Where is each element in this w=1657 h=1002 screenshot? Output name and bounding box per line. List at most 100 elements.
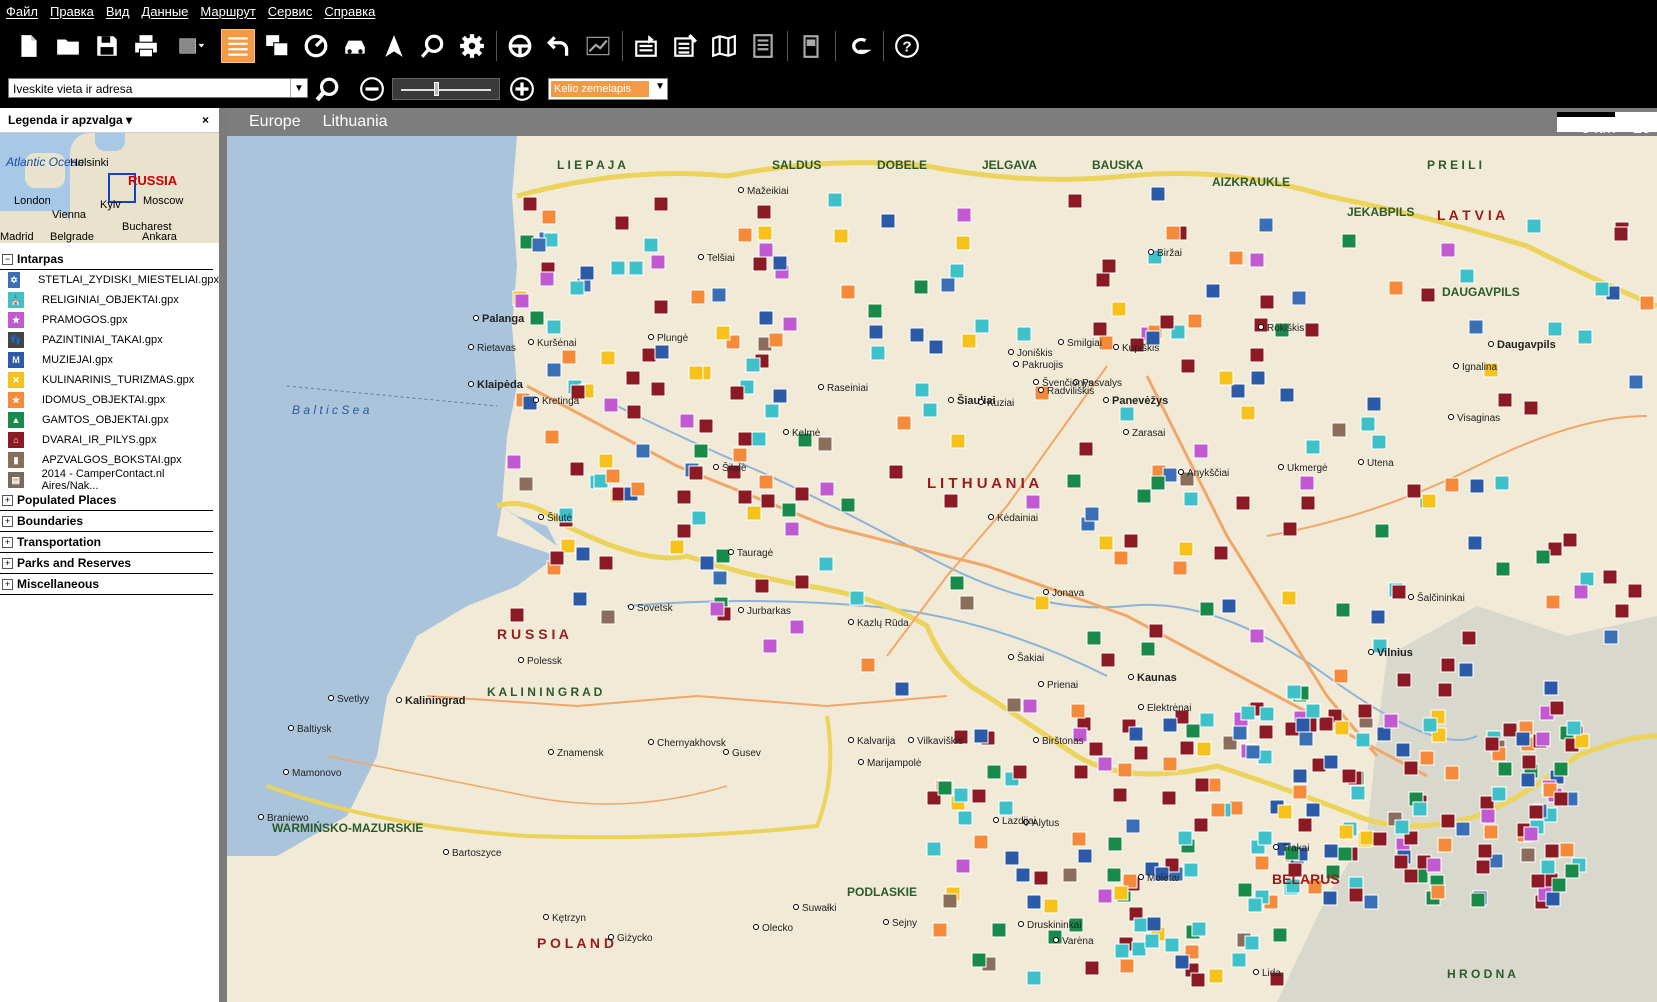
poi-marker[interactable] [711,287,727,303]
layer-item[interactable]: ✡ STETLAI_ZYDISKI_MIESTELIAI.gpx [0,270,219,290]
poi-marker[interactable] [1070,703,1086,719]
poi-marker[interactable] [1388,280,1404,296]
poi-marker[interactable] [1026,970,1042,986]
poi-marker[interactable] [973,834,989,850]
poi-marker[interactable] [1421,493,1437,509]
menu-item[interactable]: Правка [44,4,100,19]
poi-marker[interactable] [1043,898,1059,914]
poi-marker[interactable] [1282,521,1298,537]
settings-gear-icon[interactable] [455,29,489,63]
poi-marker[interactable] [539,271,555,287]
zoom-out-icon[interactable] [358,75,386,103]
poi-marker[interactable] [764,403,780,419]
poi-marker[interactable] [529,310,545,326]
poi-marker[interactable] [1545,594,1561,610]
poi-marker[interactable] [1249,347,1265,363]
poi-marker[interactable] [1146,916,1162,932]
poi-marker[interactable] [956,207,972,223]
poi-marker[interactable] [1440,813,1456,829]
poi-marker[interactable] [1084,506,1100,522]
search-map-icon[interactable] [416,29,450,63]
poi-marker[interactable] [1526,218,1542,234]
poi-marker[interactable] [630,481,646,497]
copy-windows-icon[interactable] [260,29,294,63]
poi-marker[interactable] [1422,717,1438,733]
poi-marker[interactable] [1257,830,1273,846]
poi-marker[interactable] [1348,887,1364,903]
poi-marker[interactable] [1520,772,1536,788]
menu-item[interactable]: Справка [318,4,381,19]
poi-marker[interactable] [1292,784,1308,800]
poi-marker[interactable] [1218,370,1234,386]
poi-marker[interactable] [698,418,714,434]
close-icon[interactable]: × [202,113,209,127]
poi-marker[interactable] [626,404,642,420]
poi-marker[interactable] [971,952,987,968]
poi-marker[interactable] [1440,657,1456,673]
poi-marker[interactable] [549,550,565,566]
document-list-icon[interactable] [746,29,780,63]
layer-item[interactable]: ✕ KULINARINIS_TURIZMAS.gpx [0,370,219,390]
poi-marker[interactable] [1322,890,1338,906]
poi-marker[interactable] [1535,731,1551,747]
poi-marker[interactable] [1437,837,1453,853]
layer-item[interactable]: 👣 PAZINTINIAI_TAKAI.gpx [0,330,219,350]
poi-marker[interactable] [1247,897,1263,913]
poi-marker[interactable] [971,788,987,804]
poi-marker[interactable] [909,327,925,343]
zoom-slider[interactable] [392,78,500,100]
poi-marker[interactable] [1161,790,1177,806]
poi-marker[interactable] [1535,549,1551,565]
map-canvas[interactable]: L I T H U A N I A R U S S I A K A L I N I … [227,136,1657,1002]
zoom-slider-knob[interactable] [434,82,439,96]
poi-marker[interactable] [794,486,810,502]
poi-marker[interactable] [650,381,666,397]
poi-marker[interactable] [1240,705,1256,721]
poi-marker[interactable] [794,574,810,590]
expand-icon[interactable]: + [2,536,13,548]
poi-marker[interactable] [669,539,685,555]
poi-marker[interactable] [1180,358,1196,374]
poi-marker[interactable] [1183,491,1199,507]
poi-marker[interactable] [1412,801,1428,817]
poi-marker[interactable] [1602,569,1618,585]
poi-marker[interactable] [1543,680,1559,696]
poi-marker[interactable] [643,237,659,253]
poi-marker[interactable] [1333,668,1349,684]
poi-marker[interactable] [768,332,784,348]
poi-marker[interactable] [926,841,942,857]
poi-marker[interactable] [1299,475,1315,491]
poi-marker[interactable] [715,548,731,564]
poi-marker[interactable] [1291,290,1307,306]
poi-marker[interactable] [1150,475,1166,491]
poi-marker[interactable] [676,489,692,505]
poi-marker[interactable] [1245,744,1261,760]
poi-marker[interactable] [1477,843,1493,859]
car-icon[interactable] [338,29,372,63]
poi-marker[interactable] [957,810,973,826]
poi-marker[interactable] [1150,186,1166,202]
poi-marker[interactable] [1495,561,1511,577]
steering-wheel-icon[interactable] [503,29,537,63]
poi-marker[interactable] [531,237,547,253]
poi-marker[interactable] [1136,488,1152,504]
poi-marker[interactable] [506,454,522,470]
poi-marker[interactable] [1210,802,1226,818]
poi-marker[interactable] [1594,281,1610,297]
poi-marker[interactable] [635,443,651,459]
poi-marker[interactable] [514,293,530,309]
poi-marker[interactable] [1272,927,1288,943]
poi-marker[interactable] [1341,233,1357,249]
poi-marker[interactable] [1281,590,1297,606]
poi-marker[interactable] [1292,768,1308,784]
poi-marker[interactable] [1459,268,1475,284]
layer-item[interactable]: ▲ GAMTOS_OBJEKTAI.gpx [0,410,219,430]
chart-icon[interactable] [581,29,615,63]
poi-marker[interactable] [932,922,948,938]
poi-marker[interactable] [817,436,833,452]
poi-marker[interactable] [1097,756,1113,772]
poi-marker[interactable] [840,497,856,513]
poi-marker[interactable] [1639,295,1655,311]
chevron-down-icon[interactable]: ▼ [655,81,665,92]
poi-marker[interactable] [732,447,748,463]
